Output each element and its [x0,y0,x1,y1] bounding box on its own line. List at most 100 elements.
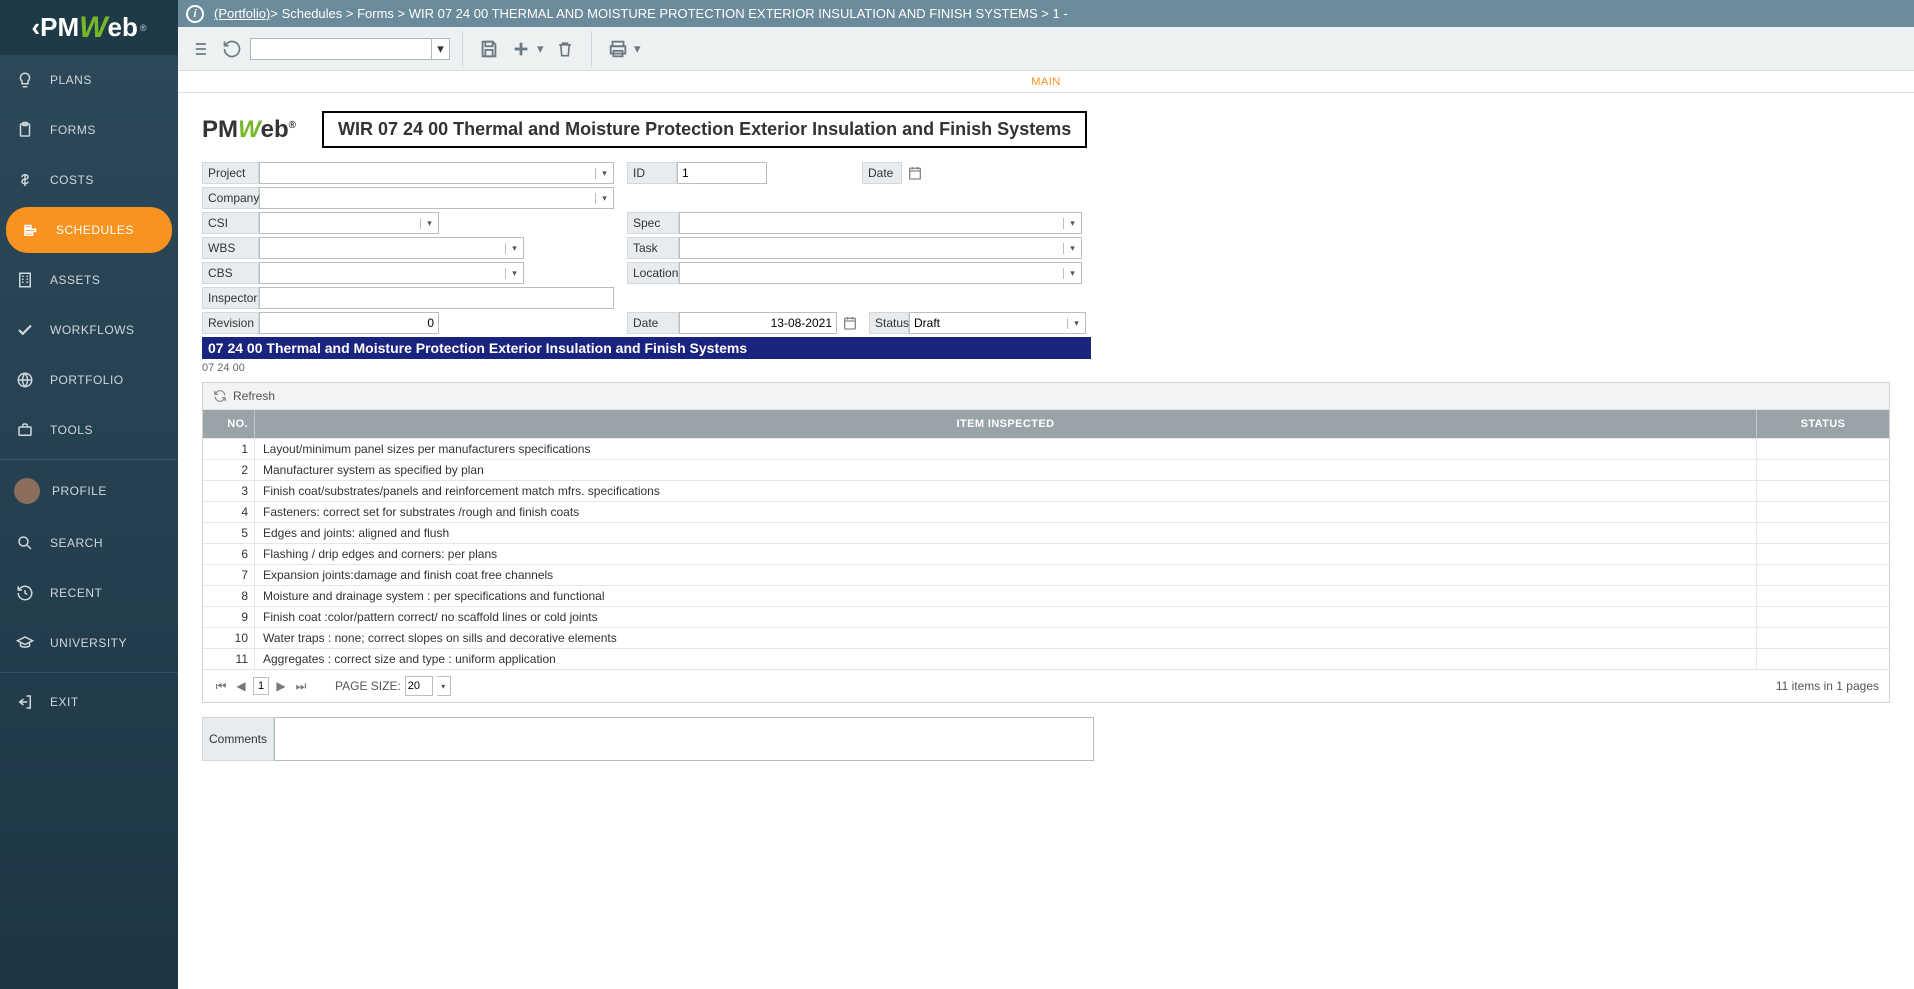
table-row[interactable]: 8Moisture and drainage system : per spec… [203,585,1889,606]
csi-select[interactable]: ▾ [259,212,439,234]
project-select[interactable]: ▾ [259,162,614,184]
cell-no: 1 [203,439,255,459]
pager-prev[interactable]: ◀ [233,678,249,694]
table-row[interactable]: 6Flashing / drip edges and corners: per … [203,543,1889,564]
chevron-down-icon[interactable]: ▾ [595,168,613,179]
chevron-down-icon[interactable]: ▾ [1063,243,1081,254]
cell-status [1757,565,1889,585]
nav-exit[interactable]: EXIT [0,677,178,727]
print-dropdown[interactable]: ▾ [634,41,644,57]
breadcrumb-root[interactable]: (Portfolio) [214,6,270,21]
print-button[interactable] [604,35,632,63]
pager-last[interactable]: ⏭ [293,678,309,694]
company-select[interactable]: ▾ [259,187,614,209]
location-select[interactable]: ▾ [679,262,1082,284]
section-header: 07 24 00 Thermal and Moisture Protection… [202,337,1091,359]
nav-search[interactable]: SEARCH [0,518,178,568]
page-size-dropdown[interactable]: ▾ [437,676,451,696]
table-row[interactable]: 5Edges and joints: aligned and flush [203,522,1889,543]
revision-input[interactable] [259,312,439,334]
chevron-down-icon[interactable]: ▾ [420,218,438,229]
cell-no: 11 [203,649,255,669]
cell-status [1757,460,1889,480]
nav-portfolio[interactable]: PORTFOLIO [0,355,178,405]
save-button[interactable] [475,35,503,63]
page-size-input[interactable] [405,676,433,696]
undo-button[interactable] [218,35,246,63]
nav-workflows[interactable]: WORKFLOWS [0,305,178,355]
label-project: Project [202,162,259,184]
tab-main[interactable]: MAIN [1031,76,1061,88]
table-row[interactable]: 3Finish coat/substrates/panels and reinf… [203,480,1889,501]
toolbar: ▾ ▾ ▾ [178,27,1914,71]
col-header-item[interactable]: ITEM INSPECTED [255,410,1757,438]
list-toggle-button[interactable] [186,35,214,63]
task-select[interactable]: ▾ [679,237,1082,259]
spec-select[interactable]: ▾ [679,212,1082,234]
nav-forms[interactable]: FORMS [0,105,178,155]
cell-item: Water traps : none; correct slopes on si… [255,628,1757,648]
chevron-down-icon[interactable]: ▾ [1063,268,1081,279]
chevron-down-icon[interactable]: ▾ [505,243,523,254]
toolbar-combo[interactable]: ▾ [250,38,450,60]
nav-label: WORKFLOWS [50,323,135,337]
calendar-icon[interactable] [906,164,924,182]
table-row[interactable]: 10Water traps : none; correct slopes on … [203,627,1889,648]
label-spec: Spec [627,212,679,234]
cell-no: 4 [203,502,255,522]
pager-next[interactable]: ▶ [273,678,289,694]
comments-input[interactable] [274,717,1094,761]
nav-assets[interactable]: ASSETS [0,255,178,305]
chevron-down-icon[interactable]: ▾ [1063,218,1081,229]
nav-label: COSTS [50,173,94,187]
nav-costs[interactable]: COSTS [0,155,178,205]
pager-summary: 11 items in 1 pages [1776,679,1879,693]
cbs-select[interactable]: ▾ [259,262,524,284]
nav-profile[interactable]: PROFILE [0,464,178,518]
inspector-input[interactable] [259,287,614,309]
pager-page-input[interactable] [253,677,269,695]
nav-university[interactable]: UNIVERSITY [0,618,178,668]
nav-recent[interactable]: RECENT [0,568,178,618]
chevron-down-icon[interactable]: ▾ [431,39,449,59]
table-row[interactable]: 4Fasteners: correct set for substrates /… [203,501,1889,522]
table-row[interactable]: 9Finish coat :color/pattern correct/ no … [203,606,1889,627]
calendar-icon[interactable] [841,314,859,332]
cell-no: 2 [203,460,255,480]
info-icon[interactable]: i [186,5,204,23]
col-header-status[interactable]: STATUS [1757,410,1889,438]
wbs-select[interactable]: ▾ [259,237,524,259]
nav-label: FORMS [50,123,96,137]
table-row[interactable]: 7Expansion joints:damage and finish coat… [203,564,1889,585]
cell-item: Fasteners: correct set for substrates /r… [255,502,1757,522]
table-row[interactable]: 2Manufacturer system as specified by pla… [203,459,1889,480]
cell-item: Aggregates : correct size and type : uni… [255,649,1757,669]
id-input[interactable] [677,162,767,184]
refresh-button[interactable]: Refresh [233,389,275,403]
col-header-no[interactable]: NO. [203,410,255,438]
add-dropdown[interactable]: ▾ [537,41,547,57]
label-revision: Revision [202,312,259,334]
history-icon [14,582,36,604]
delete-button[interactable] [551,35,579,63]
cell-item: Manufacturer system as specified by plan [255,460,1757,480]
cell-no: 8 [203,586,255,606]
nav-plans[interactable]: PLANS [0,55,178,105]
status-select[interactable]: ▾ [909,312,1086,334]
nav-tools[interactable]: TOOLS [0,405,178,455]
chevron-down-icon[interactable]: ▾ [505,268,523,279]
refresh-icon[interactable] [213,389,227,403]
nav-schedules[interactable]: SCHEDULES [6,207,172,253]
page-size-label: PAGE SIZE: [335,679,401,693]
nav-label: TOOLS [50,423,93,437]
chevron-down-icon[interactable]: ▾ [595,193,613,204]
nav-label: PROFILE [52,484,107,498]
pager-first[interactable]: ⏮ [213,678,229,694]
table-row[interactable]: 1Layout/minimum panel sizes per manufact… [203,438,1889,459]
add-button[interactable] [507,35,535,63]
table-row[interactable]: 11Aggregates : correct size and type : u… [203,648,1889,669]
date-input[interactable] [679,312,837,334]
app-logo: ‹PM W eb ® [0,0,178,55]
nav-label: SEARCH [50,536,103,550]
chevron-down-icon[interactable]: ▾ [1067,318,1085,329]
